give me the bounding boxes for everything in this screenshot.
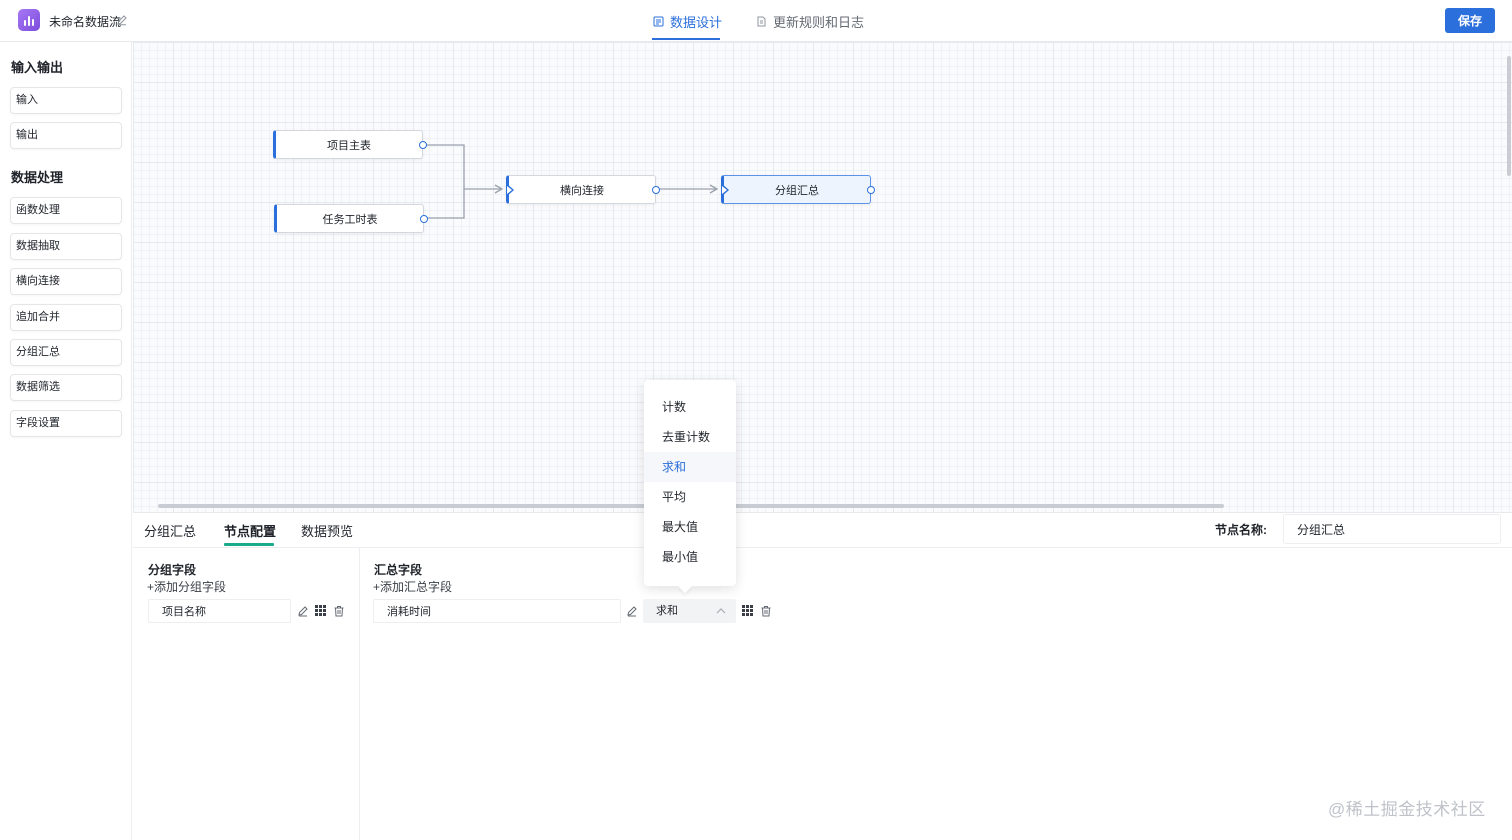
flow-title[interactable]: 未命名数据流 (49, 13, 121, 30)
edit-icon[interactable] (296, 604, 309, 617)
grid-icon[interactable] (741, 604, 754, 617)
flow-node-project-master[interactable]: 项目主表 (273, 130, 427, 159)
tool-item-extract[interactable]: 数据抽取 (10, 233, 122, 260)
aggregation-select-value: 求和 (656, 605, 678, 617)
node-label: 横向连接 (560, 184, 604, 197)
divider (133, 547, 1512, 548)
tab-label: 更新规则和日志 (773, 15, 865, 30)
node-name-input[interactable] (1283, 514, 1501, 544)
tab-group-summary[interactable]: 分组汇总 (144, 521, 196, 540)
tab-data-design[interactable]: 数据设计 (653, 12, 722, 31)
tool-item-filter[interactable]: 数据筛选 (10, 374, 122, 401)
flow-node-task-hours[interactable]: 任务工时表 (274, 204, 428, 233)
tool-item-input[interactable]: 输入 (10, 87, 122, 114)
section-title-io: 输入输出 (11, 60, 64, 75)
dropdown-option-min[interactable]: 最小值 (644, 542, 736, 572)
node-label: 任务工时表 (322, 213, 378, 226)
group-field-title: 分组字段 (148, 563, 197, 577)
app-logo-icon (18, 9, 40, 31)
column-divider (359, 548, 360, 840)
output-port[interactable] (867, 186, 875, 194)
active-tab-underline (652, 38, 720, 40)
add-summary-field-button[interactable]: +添加汇总字段 (373, 578, 452, 595)
tool-item-join[interactable]: 横向连接 (10, 268, 122, 295)
input-port[interactable] (506, 183, 514, 197)
chevron-up-icon (716, 608, 726, 614)
tab-data-preview[interactable]: 数据预览 (301, 521, 353, 540)
node-label: 项目主表 (327, 139, 371, 152)
tab-update-rules-log[interactable]: 更新规则和日志 (756, 12, 864, 31)
summary-field-title: 汇总字段 (374, 563, 423, 577)
dropdown-option-max[interactable]: 最大值 (644, 512, 736, 542)
node-toolbox: 输入输出 输入 输出 数据处理 函数处理 数据抽取 横向连接 追加合并 分组汇总… (0, 42, 132, 840)
flow-edges (424, 144, 719, 219)
tool-item-append[interactable]: 追加合并 (10, 304, 122, 331)
tool-item-group-summary[interactable]: 分组汇总 (10, 339, 122, 366)
document-icon (757, 16, 766, 27)
dropdown-option-distinct-count[interactable]: 去重计数 (644, 422, 736, 452)
edit-title-icon[interactable] (116, 14, 128, 26)
output-port[interactable] (420, 215, 428, 223)
save-button[interactable]: 保存 (1445, 8, 1495, 33)
input-port[interactable] (721, 183, 729, 197)
canvas-vertical-scrollbar[interactable] (1507, 56, 1511, 176)
section-title-processing: 数据处理 (11, 170, 64, 185)
summary-field-input[interactable] (373, 599, 621, 623)
flow-node-group-summary[interactable]: 分组汇总 (721, 175, 875, 204)
output-port[interactable] (419, 141, 427, 149)
tool-item-field-settings[interactable]: 字段设置 (10, 410, 122, 437)
node-label: 分组汇总 (775, 184, 819, 197)
group-field-input[interactable] (148, 599, 291, 623)
delete-icon[interactable] (759, 604, 772, 617)
edit-icon[interactable] (625, 604, 638, 617)
tab-node-config[interactable]: 节点配置 (224, 521, 276, 540)
flow-node-join[interactable]: 横向连接 (506, 175, 660, 204)
tool-item-function[interactable]: 函数处理 (10, 197, 122, 224)
add-group-field-button[interactable]: +添加分组字段 (147, 578, 226, 595)
delete-icon[interactable] (332, 604, 345, 617)
active-tab-underline (224, 543, 274, 546)
node-name-label: 节点名称: (1215, 523, 1267, 537)
watermark: @稀土掘金技术社区 (1328, 800, 1486, 819)
dropdown-option-average[interactable]: 平均 (644, 482, 736, 512)
tab-label: 数据设计 (670, 15, 723, 30)
dropdown-option-sum[interactable]: 求和 (644, 452, 736, 482)
grid-icon[interactable] (314, 604, 327, 617)
top-bar: 未命名数据流 数据设计 更新规则和日志 保存 (0, 0, 1512, 42)
aggregation-dropdown: 计数 去重计数 求和 平均 最大值 最小值 (644, 380, 736, 586)
aggregation-select[interactable]: 求和 (643, 599, 736, 623)
flow-canvas[interactable]: 项目主表 任务工时表 横向连接 分组汇总 (133, 42, 1512, 512)
tool-item-output[interactable]: 输出 (10, 122, 122, 149)
node-config-panel: 分组汇总 节点配置 数据预览 节点名称: 分组字段 +添加分组字段 汇总字段 +… (133, 512, 1512, 840)
dropdown-option-count[interactable]: 计数 (644, 392, 736, 422)
output-port[interactable] (652, 186, 660, 194)
data-design-icon (653, 16, 664, 27)
